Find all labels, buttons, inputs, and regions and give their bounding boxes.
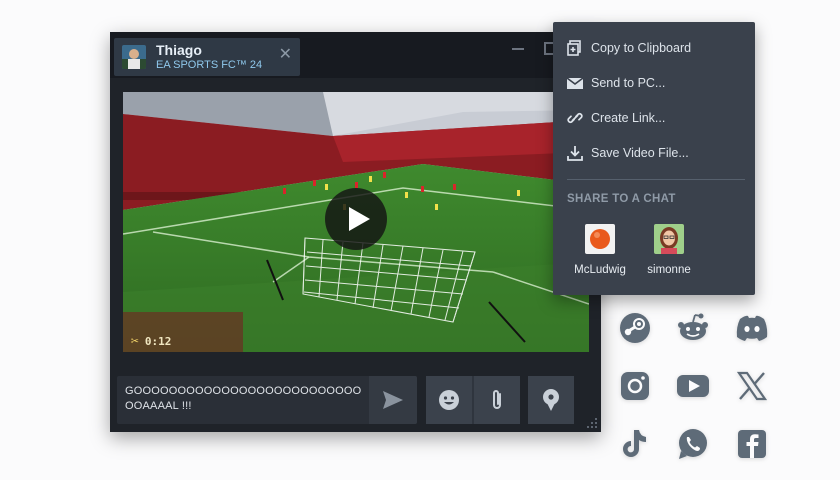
create-link-item[interactable]: Create Link... bbox=[553, 101, 755, 135]
resize-grip-icon[interactable] bbox=[587, 418, 597, 428]
minimize-icon[interactable] bbox=[512, 48, 524, 50]
voice-button[interactable] bbox=[528, 376, 574, 424]
youtube-share-button[interactable] bbox=[675, 368, 711, 404]
scissors-icon: ✂ bbox=[131, 334, 139, 349]
menu-item-label: Create Link... bbox=[591, 111, 666, 125]
chat-window: Thiago EA SPORTS FC™ 24 ✕ ✂ 0:12 GOOOOOO… bbox=[110, 32, 601, 432]
reddit-share-button[interactable] bbox=[675, 310, 711, 346]
friend-avatar bbox=[122, 45, 146, 69]
composer-tools bbox=[426, 376, 520, 424]
share-friend-mcludwig[interactable]: McLudwig bbox=[570, 222, 630, 284]
youtube-icon bbox=[677, 375, 709, 397]
play-button[interactable] bbox=[325, 188, 387, 250]
play-icon bbox=[349, 207, 370, 231]
share-menu: Copy to Clipboard Send to PC... Create L… bbox=[553, 22, 755, 295]
orange-ball-avatar bbox=[585, 224, 615, 254]
whatsapp-share-button[interactable] bbox=[675, 426, 711, 462]
friend-game-status: EA SPORTS FC™ 24 bbox=[156, 59, 263, 71]
discord-share-button[interactable] bbox=[734, 310, 770, 346]
close-tab-icon[interactable]: ✕ bbox=[279, 47, 292, 63]
voice-tools bbox=[528, 376, 574, 424]
share-to-chat-heading: SHARE TO A CHAT bbox=[567, 193, 676, 205]
steam-share-button[interactable] bbox=[617, 310, 653, 346]
girl-avatar bbox=[654, 224, 684, 254]
emoji-button[interactable] bbox=[426, 376, 472, 424]
send-to-pc-item[interactable]: Send to PC... bbox=[553, 66, 755, 100]
message-text[interactable]: GOOOOOOOOOOOOOOOOOOOOOOOOOOOOAAAAL !!! bbox=[125, 384, 365, 414]
friend-name: Thiago bbox=[156, 42, 202, 58]
x-icon bbox=[736, 371, 768, 401]
clipboard-plus-icon bbox=[567, 40, 581, 56]
chat-tab[interactable]: Thiago EA SPORTS FC™ 24 ✕ bbox=[114, 38, 300, 76]
discord-icon bbox=[736, 315, 768, 341]
x-share-button[interactable] bbox=[734, 368, 770, 404]
send-icon bbox=[383, 391, 403, 409]
whatsapp-icon bbox=[679, 429, 707, 459]
save-video-file-item[interactable]: Save Video File... bbox=[553, 136, 755, 170]
attach-button[interactable] bbox=[474, 376, 520, 424]
menu-item-label: Save Video File... bbox=[591, 146, 689, 160]
emoji-icon bbox=[439, 390, 459, 410]
download-icon bbox=[567, 146, 583, 161]
clip-time-text: 0:12 bbox=[144, 335, 172, 348]
instagram-share-button[interactable] bbox=[617, 368, 653, 404]
friend-name: simonne bbox=[647, 264, 691, 276]
paperclip-icon bbox=[493, 390, 501, 409]
microphone-icon bbox=[543, 389, 559, 411]
menu-item-label: Send to PC... bbox=[591, 76, 666, 90]
tiktok-share-button[interactable] bbox=[617, 426, 653, 462]
copy-to-clipboard-item[interactable]: Copy to Clipboard bbox=[553, 31, 755, 65]
facebook-icon bbox=[738, 430, 766, 458]
clip-duration: ✂ 0:12 bbox=[131, 334, 171, 349]
video-clip[interactable]: ✂ 0:12 bbox=[123, 92, 589, 352]
menu-divider bbox=[567, 179, 745, 180]
message-composer: GOOOOOOOOOOOOOOOOOOOOOOOOOOOOAAAAL !!! bbox=[110, 368, 601, 432]
message-input[interactable]: GOOOOOOOOOOOOOOOOOOOOOOOOOOOOAAAAL !!! bbox=[117, 376, 417, 424]
reddit-icon bbox=[678, 313, 708, 340]
friend-name: McLudwig bbox=[574, 264, 626, 276]
send-button[interactable] bbox=[369, 376, 417, 424]
tiktok-icon bbox=[623, 430, 646, 457]
share-friend-simonne[interactable]: simonne bbox=[639, 222, 699, 284]
facebook-share-button[interactable] bbox=[734, 426, 770, 462]
title-bar: Thiago EA SPORTS FC™ 24 ✕ bbox=[110, 32, 601, 78]
instagram-icon bbox=[621, 372, 649, 400]
envelope-icon bbox=[567, 77, 583, 89]
steam-icon bbox=[620, 313, 650, 343]
menu-item-label: Copy to Clipboard bbox=[591, 41, 692, 55]
link-icon bbox=[567, 112, 583, 124]
